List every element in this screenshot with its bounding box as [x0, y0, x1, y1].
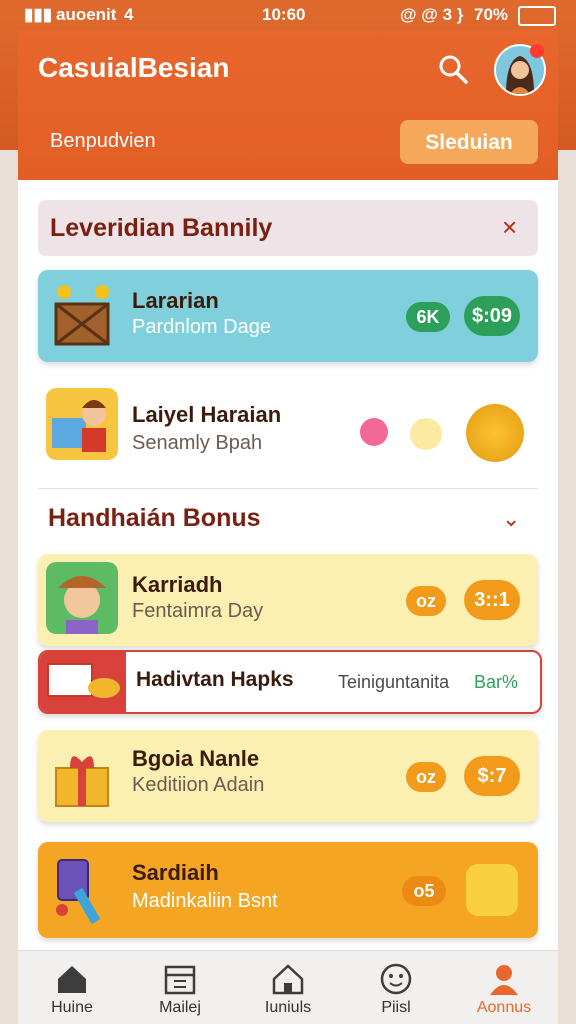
count-badge: oz: [406, 586, 446, 616]
promo-banner: Leveridian Bannily ×: [38, 200, 538, 256]
carrier-label: auoenit: [56, 5, 117, 24]
nav-label: Mailej: [159, 999, 201, 1016]
card-title: Hadivtan Hapks: [136, 668, 294, 691]
chevron-down-icon[interactable]: ⌄: [502, 506, 520, 532]
home-icon: [58, 966, 86, 993]
nav-item-calendar[interactable]: Mailej: [126, 951, 234, 1024]
card-tag: Bar%: [474, 672, 519, 692]
battery-icon: [518, 6, 556, 26]
crate-icon: [54, 285, 110, 346]
list-item[interactable]: Hadivtan Hapks Teiniguntanita Bar%: [38, 650, 542, 714]
app-header: CasuialBesian Benpudvien Sleduian: [18, 30, 558, 180]
house-icon: [272, 964, 304, 995]
nav-item-house[interactable]: Iuniuls: [234, 951, 342, 1024]
card-subtitle: Senamly Bpah: [132, 432, 263, 454]
bottom-nav: Huine Mailej Iuniuls Piisl Aonnus: [18, 950, 558, 1024]
network-indicator: 4: [124, 5, 134, 24]
header-subtitle: Benpudvien: [50, 130, 156, 152]
close-icon[interactable]: ×: [502, 212, 517, 243]
app-screen: CasuialBesian Benpudvien Sleduian Leveri…: [18, 30, 558, 1024]
tablet-tool-icon: [56, 859, 101, 925]
coin-small-icon: [410, 418, 442, 450]
card-title: Bgoia Nanle: [132, 746, 260, 771]
list-item[interactable]: Bgoia Nanle Keditiion Adain oz $:7: [38, 730, 538, 822]
gem-icon: [360, 418, 388, 446]
list-item[interactable]: Sardiaih Madinkaliin Bsnt o5: [38, 842, 538, 938]
divider: [38, 488, 538, 489]
gift-box-icon: [55, 756, 109, 807]
section-title: Handhaián Bonus: [48, 504, 261, 532]
search-icon[interactable]: [438, 54, 468, 84]
count-badge: oz: [406, 762, 446, 792]
nav-item-bonus[interactable]: Aonnus: [450, 951, 558, 1024]
price-button[interactable]: 3::1: [464, 580, 520, 620]
boy-thumbnail-icon: [46, 562, 118, 634]
person-icon: [490, 965, 518, 995]
card-detail: Teiniguntanita: [338, 672, 450, 692]
card-title: Karriadh: [132, 572, 223, 597]
count-badge: 6K: [406, 302, 450, 332]
card-title: Laiyel Haraian: [132, 402, 282, 427]
star-badge-icon[interactable]: [466, 864, 518, 916]
notification-dot: [530, 44, 544, 58]
calendar-icon: [164, 965, 196, 995]
nav-label: Huine: [51, 999, 93, 1016]
list-item[interactable]: Karriadh Fentaimra Day oz 3::1: [38, 554, 538, 646]
app-title: CasuialBesian: [38, 52, 230, 83]
card-title: Lararian: [132, 288, 219, 313]
gold-coin-icon[interactable]: [466, 404, 524, 462]
ticket-icon: [47, 663, 120, 698]
clock: 10:60: [262, 5, 306, 24]
card-subtitle: Keditiion Adain: [132, 774, 265, 796]
price-button[interactable]: $:7: [464, 756, 520, 796]
card-title: Sardiaih: [132, 860, 219, 885]
count-badge: o5: [402, 876, 446, 906]
nav-label: Piisl: [381, 999, 411, 1016]
nav-item-home[interactable]: Huine: [18, 951, 126, 1024]
header-action-button[interactable]: Sleduian: [400, 120, 538, 164]
nav-item-profile[interactable]: Piisl: [342, 951, 450, 1024]
nav-label: Iuniuls: [264, 999, 312, 1016]
banner-title: Leveridian Bannily: [50, 214, 273, 242]
card-subtitle: Pardnlom Dage: [132, 316, 271, 338]
status-bar: ▮▮▮ auoenit 4 10:60 @ @ 3 } 70%: [0, 0, 576, 30]
list-item[interactable]: Laiyel Haraian Senamly Bpah: [38, 378, 538, 470]
card-subtitle: Fentaimra Day: [132, 600, 264, 622]
list-item[interactable]: Lararian Pardnlom Dage 6K $:09: [38, 270, 538, 362]
price-button[interactable]: $:09: [464, 296, 520, 336]
card-subtitle: Madinkaliin Bsnt: [132, 890, 278, 912]
smiley-icon: [380, 963, 412, 995]
character-thumbnail-icon: [46, 388, 118, 460]
signal-icon: ▮▮▮: [24, 5, 53, 24]
status-icons: @ @ 3 }: [400, 5, 464, 24]
nav-label: Aonnus: [476, 999, 532, 1016]
battery-level: 70%: [474, 5, 509, 24]
